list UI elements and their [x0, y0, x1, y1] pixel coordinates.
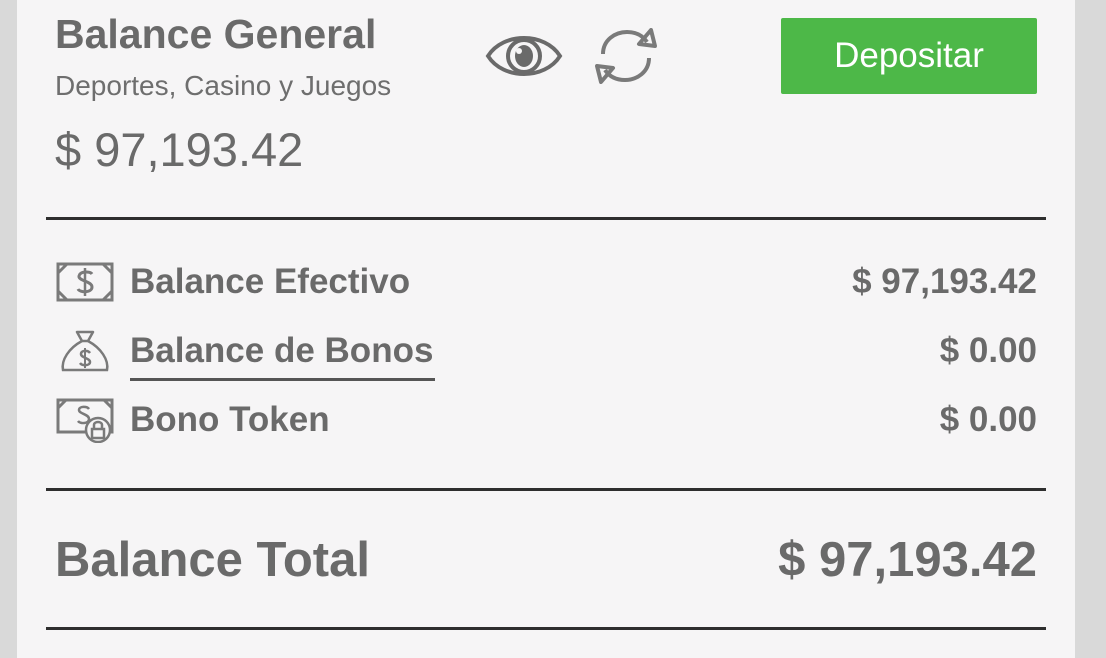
eye-icon[interactable]: [485, 26, 563, 86]
row-amount: $ 0.00: [939, 331, 1037, 370]
row-label: Balance Efectivo: [130, 262, 411, 301]
row-amount: $ 0.00: [939, 400, 1037, 439]
balance-title: Balance General: [55, 11, 377, 57]
balance-general-amount: $ 97,193.42: [55, 123, 304, 176]
deposit-button[interactable]: Depositar: [781, 18, 1037, 94]
divider: [46, 488, 1046, 491]
row-amount: $ 97,193.42: [852, 262, 1037, 301]
balance-row-bonos: Balance de Bonos $ 0.00: [55, 326, 1037, 381]
balance-row-token: Bono Token $ 0.00: [55, 395, 1037, 445]
total-label: Balance Total: [55, 533, 370, 587]
divider: [46, 627, 1046, 630]
bonos-link[interactable]: Balance de Bonos: [130, 331, 436, 381]
divider: [46, 217, 1046, 220]
refresh-icon[interactable]: [593, 24, 659, 88]
money-bag-icon: [61, 330, 109, 372]
balance-panel: Balance General Deportes, Casino y Juego…: [17, 0, 1075, 658]
row-label: Bono Token: [130, 400, 330, 439]
locked-bill-icon: [56, 398, 114, 443]
total-amount: $ 97,193.42: [778, 533, 1037, 587]
balance-row-efectivo: Balance Efectivo $ 97,193.42: [55, 257, 1037, 307]
balance-subtitle: Deportes, Casino y Juegos: [55, 70, 392, 101]
cash-bill-icon: [56, 262, 114, 302]
